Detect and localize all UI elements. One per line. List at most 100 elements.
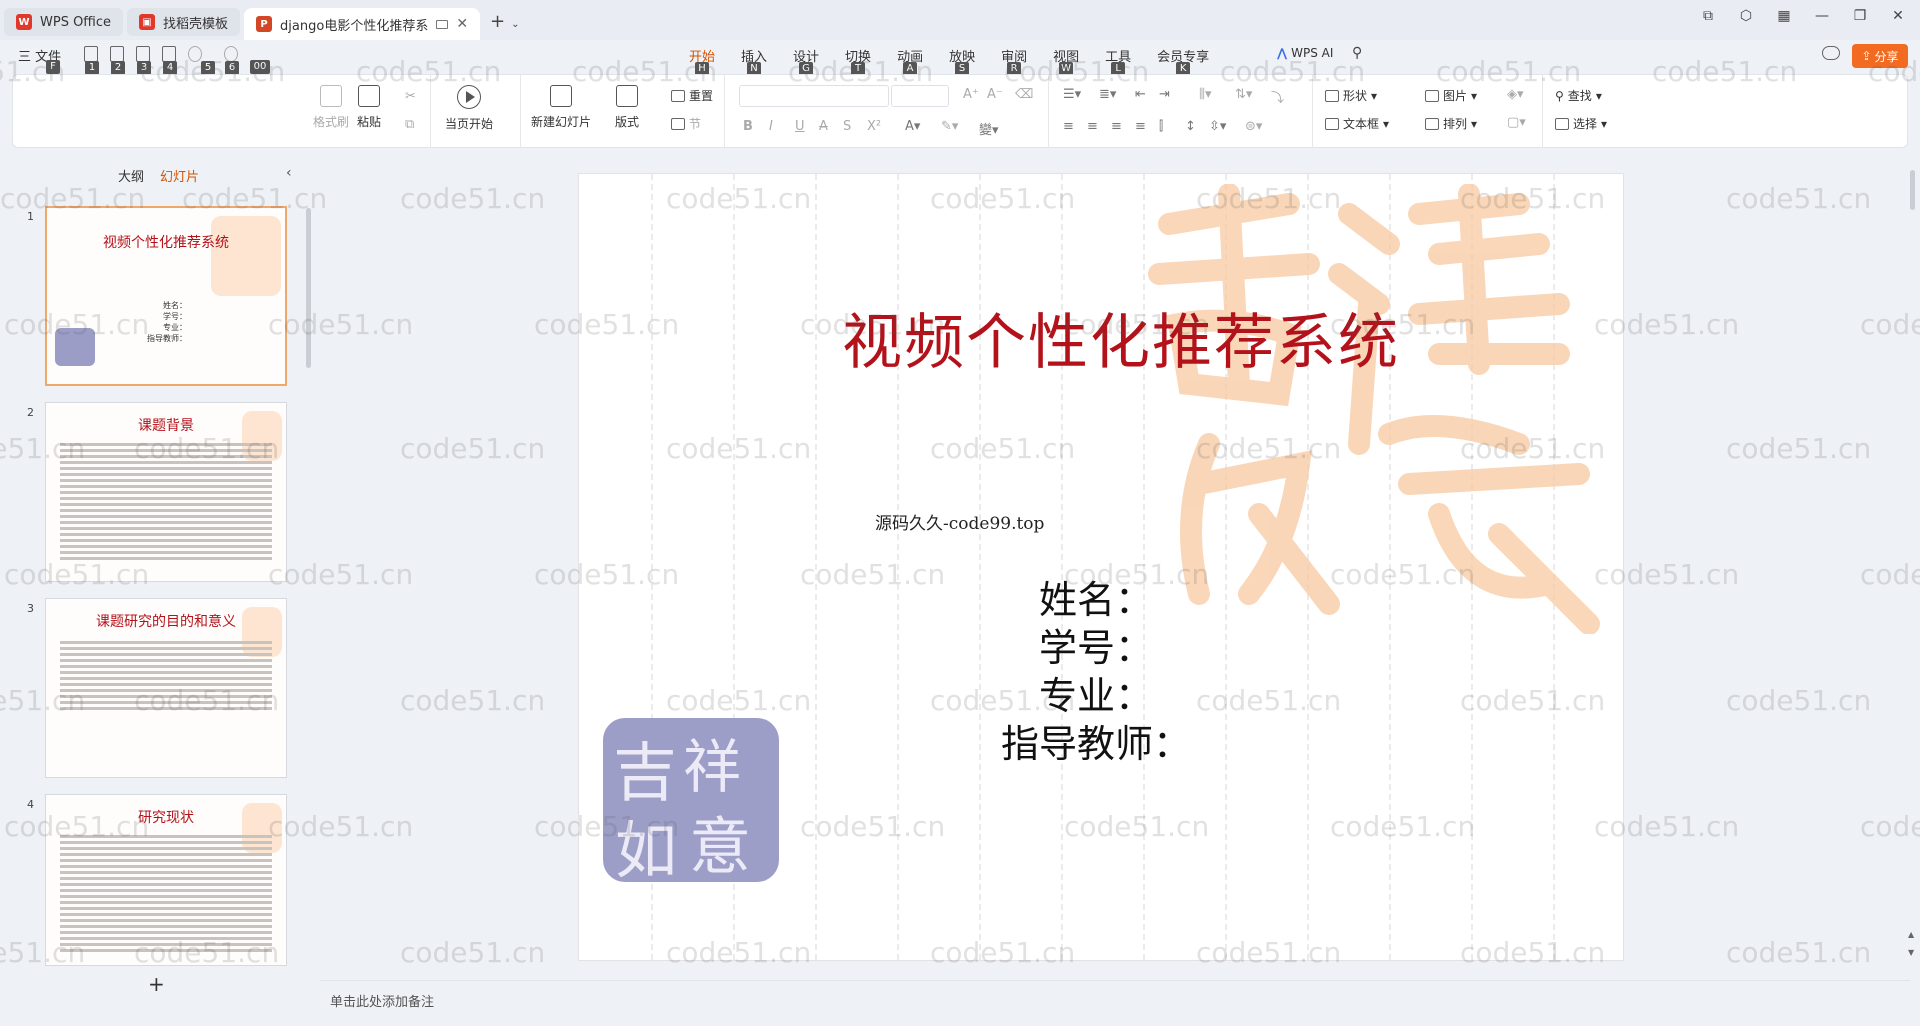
select-button[interactable]: 选择 ▾: [1555, 115, 1607, 132]
bold-icon[interactable]: B: [743, 119, 753, 134]
cloud-sync-icon[interactable]: [1822, 46, 1840, 60]
align-right-icon[interactable]: ≡: [1111, 119, 1122, 134]
close-icon[interactable]: ✕: [456, 16, 468, 32]
increase-indent-icon[interactable]: ⇥: [1159, 87, 1170, 102]
paste-button[interactable]: 粘贴: [357, 85, 381, 130]
fill-icon[interactable]: ◈▾: [1507, 87, 1524, 102]
new-doc-icon[interactable]: 1: [84, 46, 99, 75]
slide-thumbnail-2[interactable]: 课题背景: [45, 402, 287, 582]
font-size-select[interactable]: [891, 85, 949, 107]
tab-document[interactable]: P django电影个性化推荐系统 ✕: [244, 8, 481, 40]
scroll-up-icon[interactable]: ▲: [1908, 930, 1914, 939]
tab-animation[interactable]: 动画 A: [884, 46, 936, 76]
layout-icon[interactable]: ⧉: [1700, 8, 1716, 24]
share-button[interactable]: ⇪ 分享: [1852, 44, 1908, 68]
superscript-icon[interactable]: X²: [867, 119, 881, 134]
slide-thumbnail-4[interactable]: 研究现状: [45, 794, 287, 966]
arrange-button[interactable]: 排列 ▾: [1425, 115, 1477, 132]
layout-button[interactable]: 版式: [615, 85, 639, 130]
notes-placeholder[interactable]: 单击此处添加备注: [330, 991, 434, 1010]
student-id-field[interactable]: 学号：: [1039, 617, 1153, 672]
underline-icon[interactable]: U: [795, 119, 805, 134]
align-center-icon[interactable]: ≡: [1087, 119, 1098, 134]
distribute-icon[interactable]: ⫿: [1159, 119, 1163, 134]
highlight-icon[interactable]: ✎▾: [941, 119, 958, 134]
clear-format-icon[interactable]: ⌫: [1015, 87, 1033, 102]
grow-font-icon[interactable]: A⁺: [963, 87, 979, 102]
font-color-icon[interactable]: A▾: [905, 119, 920, 134]
vertical-align-icon[interactable]: ⇳▾: [1209, 119, 1226, 134]
tab-member[interactable]: 会员专享 K: [1144, 46, 1222, 76]
name-field[interactable]: 姓名：: [1039, 569, 1153, 624]
redo-icon[interactable]: 6: [224, 46, 239, 75]
avatar[interactable]: ▦: [1776, 8, 1792, 24]
char-spacing-icon[interactable]: 變▾: [979, 119, 999, 138]
align-left-icon[interactable]: ≡: [1063, 119, 1074, 134]
restore-icon[interactable]: ❐: [1852, 8, 1868, 24]
slide-thumbnail-3[interactable]: 课题研究的目的和意义: [45, 598, 287, 778]
tab-wps-office[interactable]: W WPS Office: [4, 8, 124, 36]
section-button[interactable]: 节: [671, 115, 701, 132]
minimize-icon[interactable]: —: [1814, 8, 1830, 24]
shapes-button[interactable]: 形状 ▾: [1325, 87, 1377, 104]
justify-icon[interactable]: ≡: [1135, 119, 1146, 134]
notes-pane[interactable]: 单击此处添加备注: [320, 980, 1910, 1016]
slide-thumbnail-1[interactable]: 视频个性化推荐系统 姓名： 学号： 专业： 指导教师：: [45, 206, 287, 386]
play-from-current-button[interactable]: 当页开始: [445, 85, 493, 132]
decrease-indent-icon[interactable]: ⇤: [1135, 87, 1146, 102]
close-window-icon[interactable]: ✕: [1890, 8, 1906, 24]
new-tab-icon[interactable]: +: [490, 11, 505, 32]
scroll-down-icon[interactable]: ▼: [1908, 948, 1914, 957]
slide-editor[interactable]: 吉 祥 如 意 视频个性化推荐系统 源码久久-code99.top 姓名： 学号…: [578, 173, 1624, 961]
tab-outline[interactable]: 大纲: [118, 166, 144, 185]
advisor-field[interactable]: 指导教师：: [1001, 713, 1191, 768]
format-painter-button[interactable]: 格式刷: [313, 85, 349, 130]
font-family-select[interactable]: [739, 85, 889, 107]
cube-icon[interactable]: ⬡: [1738, 8, 1754, 24]
line-spacing-icon[interactable]: ↕: [1185, 119, 1196, 134]
smartart-icon[interactable]: ⊜▾: [1245, 119, 1262, 134]
undo-icon[interactable]: 5: [188, 46, 215, 75]
slide-subtitle[interactable]: 源码久久-code99.top: [875, 509, 1044, 534]
open-icon[interactable]: 2: [110, 46, 125, 75]
tab-view[interactable]: 视图 W: [1040, 46, 1092, 76]
italic-icon[interactable]: I: [769, 119, 773, 134]
tab-template[interactable]: ▣ 找稻壳模板: [127, 8, 241, 36]
slide-title[interactable]: 视频个性化推荐系统: [579, 294, 1623, 381]
tab-review[interactable]: 审阅 R: [988, 46, 1040, 76]
add-slide-button[interactable]: +: [148, 972, 165, 996]
major-field[interactable]: 专业：: [1039, 665, 1153, 720]
tab-design[interactable]: 设计 G: [780, 46, 832, 76]
chevron-down-icon[interactable]: ⌄: [511, 19, 519, 30]
wps-ai-button[interactable]: ⋀ WPS AI: [1277, 46, 1333, 60]
tab-tools[interactable]: 工具 L: [1092, 46, 1144, 76]
sort-icon[interactable]: ⇅▾: [1235, 87, 1252, 102]
save-icon[interactable]: 3: [136, 46, 151, 75]
tab-slides[interactable]: 幻灯片: [160, 166, 199, 185]
numbering-icon[interactable]: ≣▾: [1099, 87, 1116, 102]
picture-button[interactable]: 图片 ▾: [1425, 87, 1477, 104]
panel-scrollbar[interactable]: [306, 208, 311, 368]
tab-insert[interactable]: 插入 N: [728, 46, 780, 76]
bullets-icon[interactable]: ☰▾: [1063, 87, 1081, 102]
tab-transitions[interactable]: 切换 T: [832, 46, 884, 76]
find-button[interactable]: ⚲ 查找 ▾: [1555, 87, 1602, 104]
outline-icon[interactable]: ▢▾: [1507, 115, 1526, 130]
copy-icon[interactable]: ⧉: [405, 117, 414, 132]
strikethrough-icon[interactable]: A: [819, 119, 828, 134]
search-icon[interactable]: ⚲: [1352, 45, 1362, 61]
textbox-button[interactable]: 文本框 ▾: [1325, 115, 1389, 132]
columns-icon[interactable]: ⫼▾: [1199, 87, 1212, 102]
print-icon[interactable]: 4: [162, 46, 177, 75]
shadow-icon[interactable]: S: [843, 119, 851, 134]
cut-icon[interactable]: ✂: [405, 89, 416, 104]
shrink-font-icon[interactable]: A⁻: [987, 87, 1003, 102]
reset-button[interactable]: 重置: [671, 87, 713, 104]
vertical-scrollbar[interactable]: ▲ ▼: [1908, 150, 1916, 980]
more-icon[interactable]: 00: [250, 46, 270, 74]
collapse-panel-icon[interactable]: ‹: [286, 165, 292, 181]
tab-home[interactable]: 开始 H: [676, 46, 728, 76]
tab-slideshow[interactable]: 放映 S: [936, 46, 988, 76]
scrollbar-thumb[interactable]: [1910, 170, 1915, 210]
new-slide-button[interactable]: 新建幻灯片: [531, 85, 591, 130]
